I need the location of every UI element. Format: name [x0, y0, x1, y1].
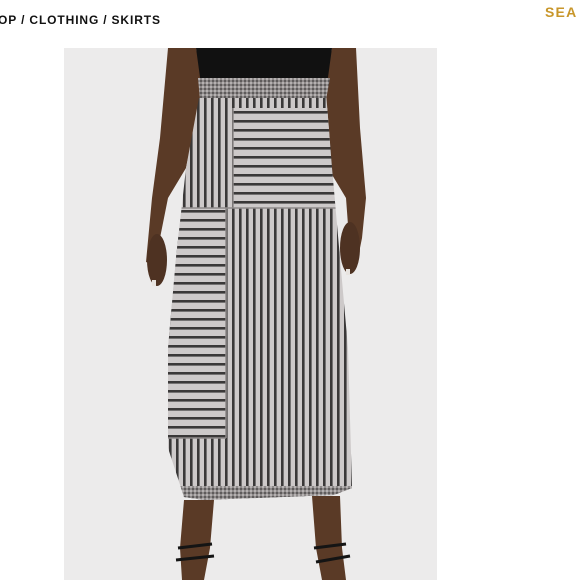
breadcrumb-item-shop[interactable]: OP: [0, 13, 17, 27]
breadcrumb-separator: /: [103, 13, 108, 27]
breadcrumb-item-skirts[interactable]: SKIRTS: [111, 13, 160, 27]
breadcrumb-item-clothing[interactable]: CLOTHING: [29, 13, 99, 27]
search-link[interactable]: SEA: [545, 4, 577, 20]
breadcrumb-separator: /: [21, 13, 26, 27]
breadcrumb: OP / CLOTHING / SKIRTS: [0, 13, 161, 27]
top-bar: OP / CLOTHING / SKIRTS SEA: [0, 0, 580, 46]
skirt-photo-graphic: [146, 48, 366, 580]
product-image[interactable]: [64, 48, 437, 580]
